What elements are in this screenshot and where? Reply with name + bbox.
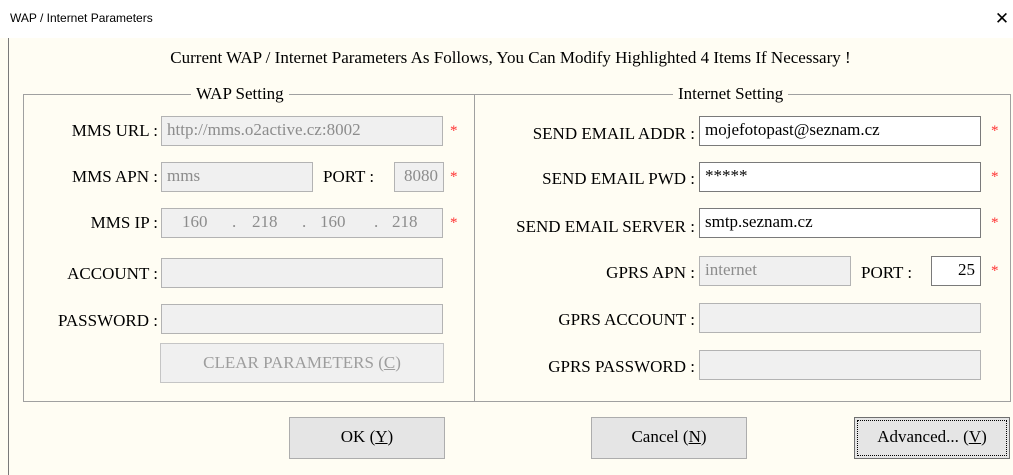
send-email-pwd-label: SEND EMAIL PWD : — [542, 169, 695, 188]
ip-dot: . — [302, 212, 307, 231]
mms-url-label: MMS URL : — [71, 121, 158, 140]
send-email-server-label: SEND EMAIL SERVER : — [516, 217, 695, 236]
mms-apn-field: mms — [161, 162, 313, 192]
required-mark: * — [450, 215, 458, 231]
ip-dot: . — [374, 212, 379, 231]
dialog-body: Current WAP / Internet Parameters As Fol… — [8, 38, 1012, 475]
ip-octet-1: 160 — [182, 212, 208, 231]
required-mark: * — [991, 263, 999, 279]
send-email-addr-field[interactable]: mojefotopast@seznam.cz — [699, 116, 981, 146]
close-icon[interactable]: ✕ — [991, 6, 1013, 32]
send-email-addr-label: SEND EMAIL ADDR : — [532, 124, 695, 143]
advanced-button[interactable]: Advanced... (V) — [854, 417, 1010, 459]
account-label: ACCOUNT : — [67, 264, 158, 283]
gprs-apn-field: internet — [699, 256, 851, 286]
ip-octet-3: 160 — [320, 212, 346, 231]
gprs-apn-label: GPRS APN : — [606, 263, 695, 282]
send-email-server-field[interactable]: smtp.seznam.cz — [699, 208, 981, 238]
internet-setting-title: Internet Setting — [673, 84, 789, 104]
gprs-port-field[interactable]: 25 — [931, 256, 981, 286]
clear-parameters-button: CLEAR PARAMETERS (C) — [160, 343, 444, 383]
required-mark: * — [991, 215, 999, 231]
mms-apn-label: MMS APN : — [72, 167, 158, 186]
password-label: PASSWORD : — [58, 311, 158, 330]
required-mark: * — [450, 123, 458, 139]
mms-port-field: 8080 — [394, 162, 444, 192]
title-bar: WAP / Internet Parameters ✕ — [0, 0, 1013, 38]
gprs-password-field — [699, 350, 981, 380]
mms-ip-field: 160 . 218 . 160 . 218 — [161, 208, 443, 238]
required-mark: * — [991, 169, 999, 185]
gprs-account-label: GPRS ACCOUNT : — [558, 310, 695, 329]
send-email-pwd-field[interactable]: ***** — [699, 162, 981, 192]
required-mark: * — [450, 169, 458, 185]
gprs-password-label: GPRS PASSWORD : — [548, 357, 695, 376]
instruction-text: Current WAP / Internet Parameters As Fol… — [170, 48, 851, 67]
gprs-account-field — [699, 303, 981, 333]
account-field — [161, 258, 443, 288]
wap-setting-title: WAP Setting — [191, 84, 289, 104]
ip-dot: . — [232, 212, 237, 231]
window-title: WAP / Internet Parameters — [10, 11, 153, 25]
mms-port-label: PORT : — [323, 167, 375, 186]
cancel-button[interactable]: Cancel (N) — [591, 417, 747, 459]
ok-button[interactable]: OK (Y) — [289, 417, 445, 459]
gprs-port-label: PORT : — [861, 263, 913, 282]
ip-octet-2: 218 — [252, 212, 278, 231]
ip-octet-4: 218 — [392, 212, 418, 231]
mms-ip-label: MMS IP : — [90, 213, 158, 232]
required-mark: * — [991, 123, 999, 139]
mms-url-field: http://mms.o2active.cz:8002 — [161, 116, 443, 146]
password-field — [161, 304, 443, 334]
